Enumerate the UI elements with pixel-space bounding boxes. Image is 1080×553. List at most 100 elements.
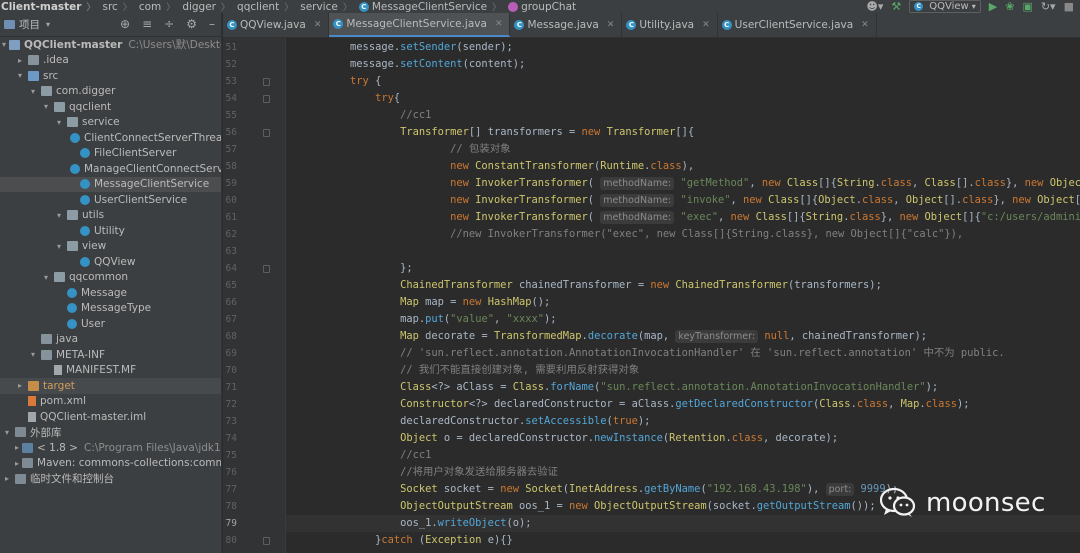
expand-all-icon[interactable]: ÷ xyxy=(164,17,174,31)
breadcrumb-item[interactable]: groupChat xyxy=(504,0,579,13)
fold-marker-icon[interactable] xyxy=(263,129,270,137)
editor-tab[interactable]: C Utility.java ✕ xyxy=(622,13,718,37)
tree-item[interactable]: pom.xml xyxy=(0,394,221,410)
close-icon[interactable]: ✕ xyxy=(495,19,503,29)
tree-item[interactable]: UserClientService xyxy=(0,192,221,208)
tree-item[interactable]: ▾ com.digger xyxy=(0,84,221,100)
editor-tab[interactable]: C Message.java ✕ xyxy=(510,13,623,37)
profile-icon[interactable]: ↻▾ xyxy=(1041,0,1056,13)
code-line[interactable]: //cc1 xyxy=(286,447,1080,464)
tree-item[interactable]: ▾ view xyxy=(0,239,221,255)
code-line[interactable]: try { xyxy=(286,73,1080,90)
tree-item[interactable]: ▸ Maven: commons-collections:commons- xyxy=(0,456,221,472)
locate-file-icon[interactable]: ⊕ xyxy=(120,17,130,31)
tree-item[interactable]: QQClient-master.iml xyxy=(0,409,221,425)
editor-tab[interactable]: C UserClientService.java ✕ xyxy=(718,13,877,37)
coverage-icon[interactable]: ▣ xyxy=(1022,0,1032,13)
tree-item[interactable]: ▸ target xyxy=(0,378,221,394)
close-icon[interactable]: ✕ xyxy=(702,20,710,30)
tree-item[interactable]: MessageType xyxy=(0,301,221,317)
tree-item[interactable]: java xyxy=(0,332,221,348)
code-line[interactable]: Map map = new HashMap(); xyxy=(286,294,1080,311)
tree-item[interactable]: ▾ qqclient xyxy=(0,99,221,115)
fold-marker-icon[interactable] xyxy=(263,537,270,545)
breadcrumb-item[interactable]: C MessageClientService 〉 xyxy=(355,0,504,13)
user-icon[interactable]: ☻▾ xyxy=(866,0,883,13)
tree-item[interactable]: ▸ < 1.8 > C:\Program Files\Java\jdk1.8.0_6 xyxy=(0,440,221,456)
code-line[interactable]: Object o = declaredConstructor.newInstan… xyxy=(286,430,1080,447)
chevron-down-icon[interactable]: ▾ xyxy=(54,211,64,220)
chevron-down-icon[interactable]: ▾ xyxy=(54,118,64,127)
tree-item[interactable]: ▾ src xyxy=(0,68,221,84)
chevron-down-icon[interactable]: ▾ xyxy=(15,71,25,80)
tree-item[interactable]: MessageClientService xyxy=(0,176,221,192)
fold-marker-icon[interactable] xyxy=(263,78,270,86)
code-line[interactable]: new InvokerTransformer( methodName: "get… xyxy=(286,175,1080,192)
chevron-down-icon[interactable]: ▾ xyxy=(46,20,50,29)
tree-item[interactable]: Message xyxy=(0,285,221,301)
chevron-down-icon[interactable]: ▾ xyxy=(28,87,38,96)
chevron-right-icon[interactable]: ▸ xyxy=(15,56,25,65)
code-line[interactable]: // 包装对象 xyxy=(286,141,1080,158)
gear-icon[interactable]: ⚙ xyxy=(186,17,197,31)
code-line[interactable]: new InvokerTransformer( methodName: "inv… xyxy=(286,192,1080,209)
editor-tab[interactable]: C MessageClientService.java ✕ xyxy=(329,13,511,37)
tree-item[interactable]: QQView xyxy=(0,254,221,270)
tree-item[interactable]: ManageClientConnectServe xyxy=(0,161,221,177)
tree-item[interactable]: ▾ service xyxy=(0,115,221,131)
code-line[interactable]: }; xyxy=(286,260,1080,277)
run-configuration-select[interactable]: C QQView ▾ xyxy=(909,0,981,13)
code-line[interactable]: declaredConstructor.setAccessible(true); xyxy=(286,413,1080,430)
fold-marker-icon[interactable] xyxy=(263,265,270,273)
chevron-down-icon[interactable]: ▾ xyxy=(2,40,6,49)
tree-item[interactable]: User xyxy=(0,316,221,332)
chevron-down-icon[interactable]: ▾ xyxy=(54,242,64,251)
code-line[interactable]: message.setContent(content); xyxy=(286,56,1080,73)
code-line[interactable]: map.put("value", "xxxx"); xyxy=(286,311,1080,328)
chevron-right-icon[interactable]: ▸ xyxy=(15,459,19,468)
code-line[interactable]: message.setSender(sender); xyxy=(286,39,1080,56)
build-hammer-icon[interactable]: ⚒ xyxy=(891,0,901,13)
code-line[interactable]: //cc1 xyxy=(286,107,1080,124)
chevron-down-icon[interactable]: ▾ xyxy=(28,350,38,359)
code-line[interactable]: // 我们不能直接创建对象, 需要利用反射获得对象 xyxy=(286,362,1080,379)
code-line[interactable]: ChainedTransformer chainedTransformer = … xyxy=(286,277,1080,294)
chevron-down-icon[interactable]: ▾ xyxy=(41,102,51,111)
tree-item[interactable]: ClientConnectServerThread xyxy=(0,130,221,146)
code-line[interactable]: //new InvokerTransformer("exec", new Cla… xyxy=(286,226,1080,243)
tree-item[interactable]: ▾ utils xyxy=(0,208,221,224)
chevron-down-icon[interactable]: ▾ xyxy=(2,428,12,437)
breadcrumb-item[interactable]: Client-master 〉 xyxy=(0,0,99,14)
project-panel-title[interactable]: 项目 xyxy=(19,17,40,32)
code-line[interactable]: Map decorate = TransformedMap.decorate(m… xyxy=(286,328,1080,345)
code-line[interactable]: try{ xyxy=(286,90,1080,107)
chevron-right-icon[interactable]: ▸ xyxy=(2,474,12,483)
collapse-all-icon[interactable]: ≡ xyxy=(142,17,152,31)
tree-item[interactable]: ▾ QQClient-master C:\Users\默\Desktop\QQC xyxy=(0,37,221,53)
tree-item[interactable]: Utility xyxy=(0,223,221,239)
code-line[interactable]: }catch (Exception e){} xyxy=(286,532,1080,549)
breadcrumb-item[interactable]: service 〉 xyxy=(296,0,355,14)
tree-item[interactable]: ▾ META-INF xyxy=(0,347,221,363)
tree-item[interactable]: MANIFEST.MF xyxy=(0,363,221,379)
chevron-down-icon[interactable]: ▾ xyxy=(41,273,51,282)
run-icon[interactable]: ▶ xyxy=(989,0,997,13)
breadcrumb-item[interactable]: digger 〉 xyxy=(178,0,233,14)
close-icon[interactable]: ✕ xyxy=(314,20,322,30)
minimize-icon[interactable]: – xyxy=(209,17,215,31)
code-line[interactable]: Constructor<?> declaredConstructor = aCl… xyxy=(286,396,1080,413)
tree-item[interactable]: ▾ qqcommon xyxy=(0,270,221,286)
code-line[interactable]: new ConstantTransformer(Runtime.class), xyxy=(286,158,1080,175)
code-line[interactable] xyxy=(286,243,1080,260)
code-line[interactable]: // 'sun.reflect.annotation.AnnotationInv… xyxy=(286,345,1080,362)
breadcrumb-item[interactable]: src 〉 xyxy=(99,0,135,14)
chevron-right-icon[interactable]: ▸ xyxy=(15,443,19,452)
code-editor[interactable]: 51 52 53 54 55 56 57 58 59 60 61 62 63 64 65 66 67 68 69 70… xyxy=(223,38,1080,553)
close-icon[interactable]: ✕ xyxy=(861,20,869,30)
code-line[interactable]: Class<?> aClass = Class.forName("sun.ref… xyxy=(286,379,1080,396)
tree-item[interactable]: ▾ 外部库 xyxy=(0,425,221,441)
breadcrumb-item[interactable]: com 〉 xyxy=(135,0,178,14)
code-line[interactable]: Transformer[] transformers = new Transfo… xyxy=(286,124,1080,141)
editor-tab[interactable]: C QQView.java ✕ xyxy=(223,13,330,37)
tree-item[interactable]: FileClientServer xyxy=(0,146,221,162)
